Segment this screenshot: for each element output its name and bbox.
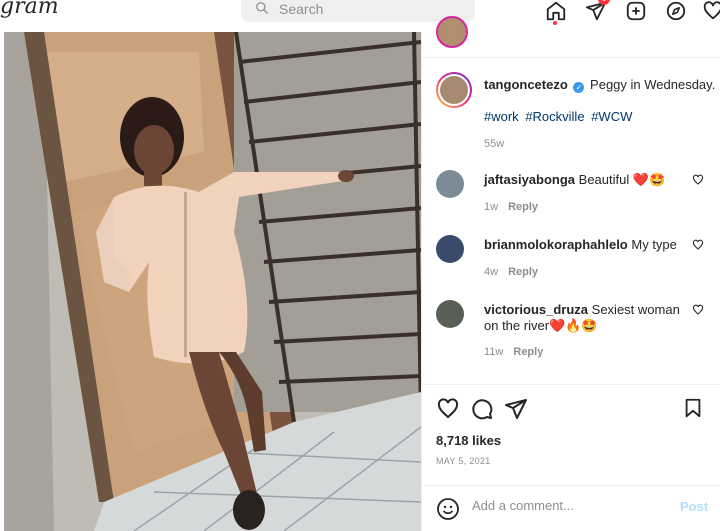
search-placeholder: Search xyxy=(279,1,324,17)
comment-meta: 1w Reply xyxy=(484,201,538,213)
comment-text: My type xyxy=(631,237,677,252)
post-sidebar: tangoncetezo ✓ Peggy in Wednesday. #work… xyxy=(421,16,720,531)
search-box[interactable]: Search xyxy=(241,0,475,22)
post-header xyxy=(422,16,720,58)
caption-timestamp: 55w xyxy=(484,138,505,150)
commenter-username[interactable]: brianmolokoraphahlelo xyxy=(484,237,628,252)
comment-text-line: jaftasiyabonga Beautiful ❤️🤩 xyxy=(484,172,684,188)
comment-meta: 4w Reply xyxy=(484,266,538,278)
post-photo-illustration xyxy=(4,32,421,531)
add-comment-input[interactable] xyxy=(472,498,672,513)
activity-heart-icon[interactable] xyxy=(702,0,720,22)
comment-like-heart-icon[interactable] xyxy=(692,174,704,186)
caption-hashtags: #work #Rockville #WCW xyxy=(484,109,635,124)
like-heart-icon[interactable] xyxy=(436,397,460,421)
post-date: MAY 5, 2021 xyxy=(436,456,491,466)
comment-time: 1w xyxy=(484,201,499,213)
home-active-dot xyxy=(553,21,557,25)
commenter-username[interactable]: jaftasiyabonga xyxy=(484,172,575,187)
new-post-icon[interactable] xyxy=(625,0,647,22)
top-navigation: gram Search 6 xyxy=(0,0,720,26)
likes-count[interactable]: 8,718 likes xyxy=(436,433,501,448)
comment-meta: 11w Reply xyxy=(484,346,543,358)
comment-bubble-icon[interactable] xyxy=(470,397,494,421)
comment-time: 11w xyxy=(484,346,504,358)
comment-like-heart-icon[interactable] xyxy=(692,239,704,251)
comment-text: Beautiful ❤️🤩 xyxy=(578,172,666,187)
author-username[interactable]: tangoncetezo xyxy=(484,77,568,92)
caption-line: tangoncetezo ✓ Peggy in Wednesday. xyxy=(484,77,715,93)
instagram-logo[interactable]: gram xyxy=(0,0,59,19)
verified-badge-icon: ✓ xyxy=(573,82,585,93)
reply-button[interactable]: Reply xyxy=(508,201,538,213)
post-photo[interactable] xyxy=(4,32,421,531)
post-comment-button[interactable]: Post xyxy=(680,499,708,514)
hashtag-wcw[interactable]: #WCW xyxy=(591,109,632,124)
author-avatar[interactable] xyxy=(436,72,472,108)
comment-text-line: brianmolokoraphahlelo My type xyxy=(484,237,684,253)
home-icon[interactable] xyxy=(545,0,567,22)
commenter-avatar[interactable] xyxy=(436,300,464,328)
post-modal: tangoncetezo ✓ Peggy in Wednesday. #work… xyxy=(4,16,720,531)
reply-button[interactable]: Reply xyxy=(513,346,543,358)
commenter-avatar[interactable] xyxy=(436,170,464,198)
add-comment-bar: Post xyxy=(422,485,720,531)
hashtag-rockville[interactable]: #Rockville xyxy=(525,109,584,124)
search-icon xyxy=(256,2,268,14)
comment-time: 4w xyxy=(484,266,499,278)
emoji-icon[interactable] xyxy=(436,497,460,521)
share-send-icon[interactable] xyxy=(504,397,528,421)
post-actions: 8,718 likes MAY 5, 2021 Post xyxy=(422,384,720,531)
explore-icon[interactable] xyxy=(665,0,687,22)
commenter-username[interactable]: victorious_druza xyxy=(484,302,588,317)
reply-button[interactable]: Reply xyxy=(508,266,538,278)
header-avatar[interactable] xyxy=(436,16,468,48)
save-bookmark-icon[interactable] xyxy=(682,397,704,419)
caption-text: Peggy in Wednesday. xyxy=(590,77,716,92)
commenter-avatar[interactable] xyxy=(436,235,464,263)
comment-like-heart-icon[interactable] xyxy=(692,304,704,316)
hashtag-work[interactable]: #work xyxy=(484,109,519,124)
comment-text-line: victorious_druza Sexiest woman on the ri… xyxy=(484,302,684,334)
